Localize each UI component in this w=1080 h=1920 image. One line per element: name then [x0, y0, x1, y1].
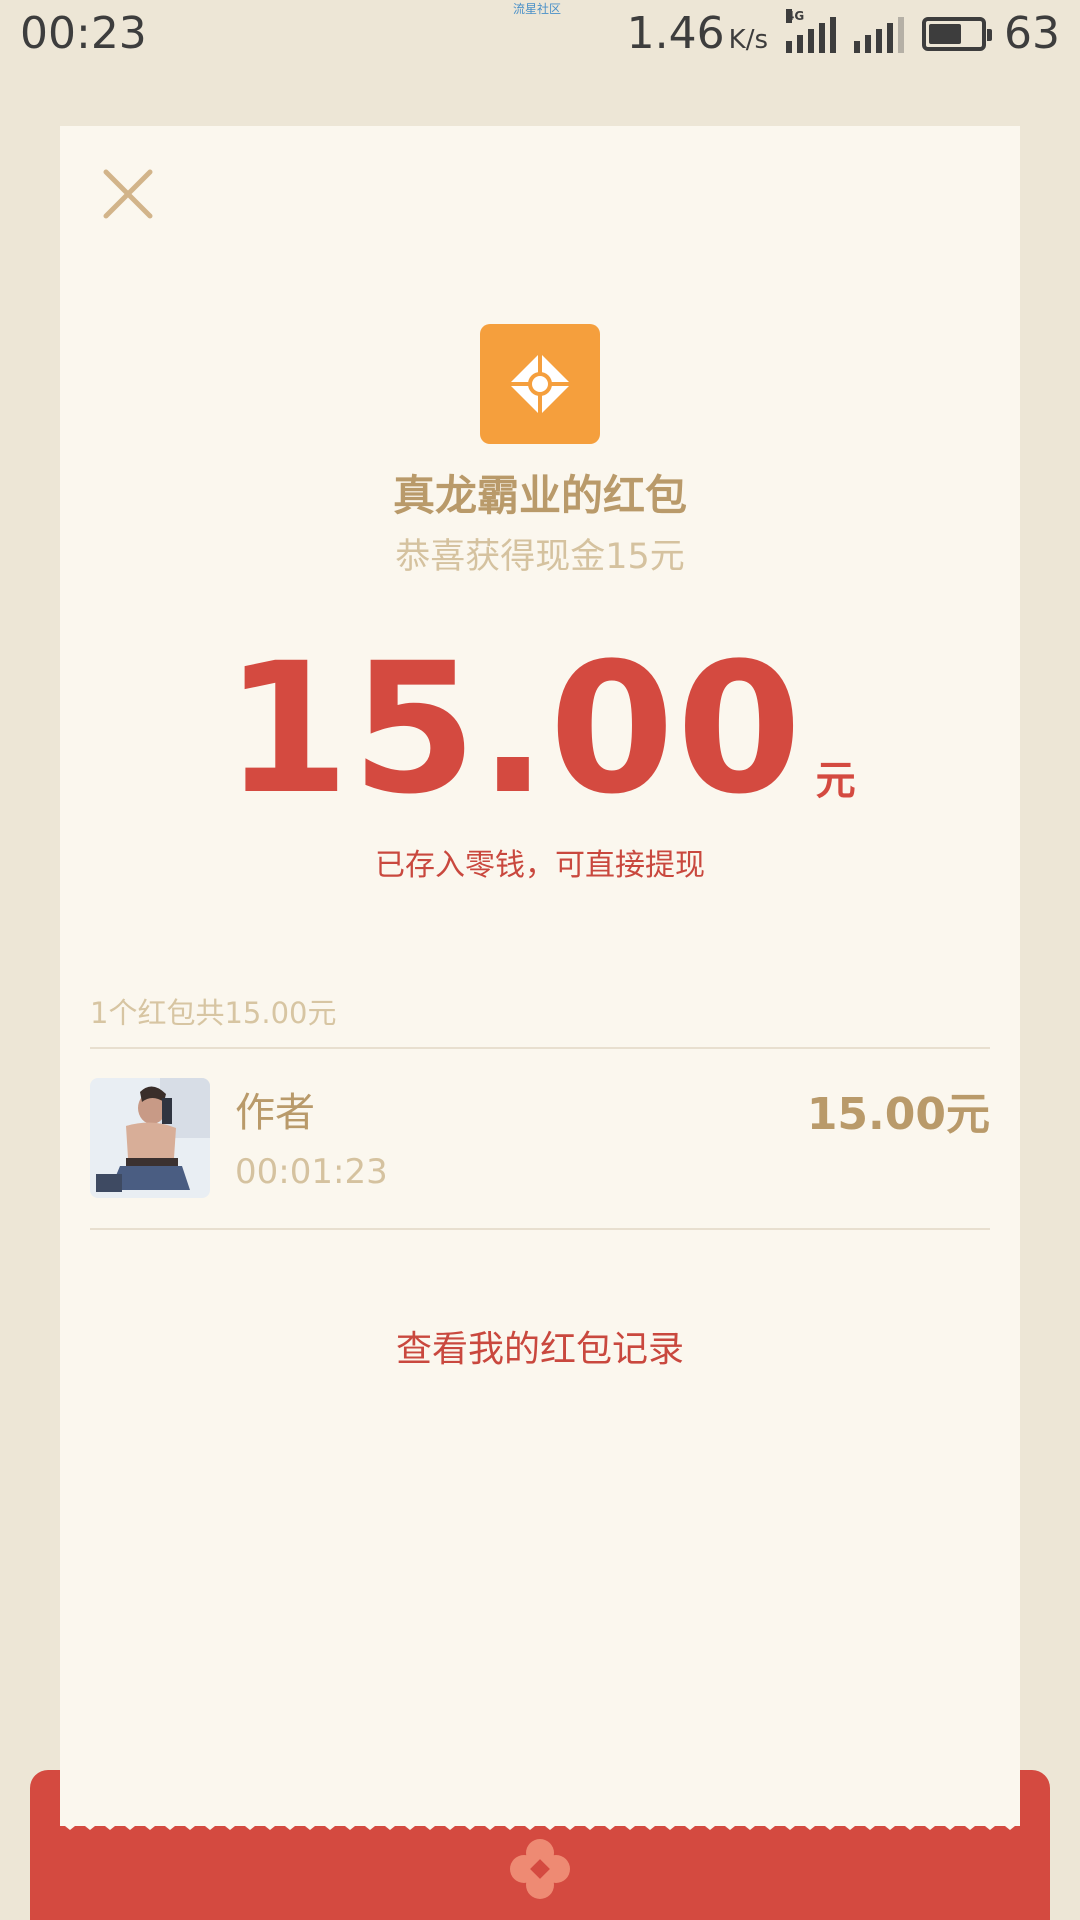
record-time: 00:01:23 — [235, 1152, 388, 1192]
card-zigzag-edge — [60, 1810, 1020, 1830]
battery-icon — [922, 16, 992, 51]
view-history-link[interactable]: 查看我的红包记录 — [0, 1320, 1080, 1372]
network-speed-value: 1.46 — [626, 8, 725, 59]
divider — [90, 1047, 990, 1049]
list-item[interactable]: 作者 00:01:23 15.00元 — [90, 1078, 990, 1198]
status-indicators: 1.46 K/s 4G 63 — [627, 8, 1060, 59]
record-amount: 15.00元 — [806, 1089, 990, 1140]
watermark-label: 流星社区 — [513, 2, 562, 16]
packet-amount: 15.00 元 — [0, 640, 1080, 820]
red-packet-app-logo-icon — [480, 324, 600, 444]
status-time: 00:23 — [20, 8, 147, 59]
battery-level: 63 — [1004, 8, 1060, 59]
network-speed: 1.46 K/s — [627, 8, 768, 59]
deposit-note[interactable]: 已存入零钱，可直接提现 — [0, 840, 1080, 884]
network-type-label: 4G — [786, 8, 805, 23]
packet-amount-unit: 元 — [815, 758, 856, 804]
signal-strength-icon — [854, 15, 904, 53]
divider — [90, 1228, 990, 1230]
status-bar: 00:23 流星社区 1.46 K/s 4G 63 — [0, 0, 1080, 70]
packet-greeting: 恭喜获得现金15元 — [395, 537, 685, 577]
packet-amount-value: 15.00 — [224, 625, 804, 834]
records-summary: 1个红包共15.00元 — [90, 996, 337, 1030]
flower-icon — [510, 1839, 570, 1899]
close-icon[interactable] — [100, 166, 156, 222]
signal-4g-icon: 4G — [786, 8, 836, 53]
packet-sender-title: 真龙霸业的红包 — [392, 471, 687, 520]
record-name: 作者 — [235, 1090, 315, 1136]
network-speed-unit: K/s — [728, 25, 768, 55]
avatar — [90, 1078, 210, 1198]
